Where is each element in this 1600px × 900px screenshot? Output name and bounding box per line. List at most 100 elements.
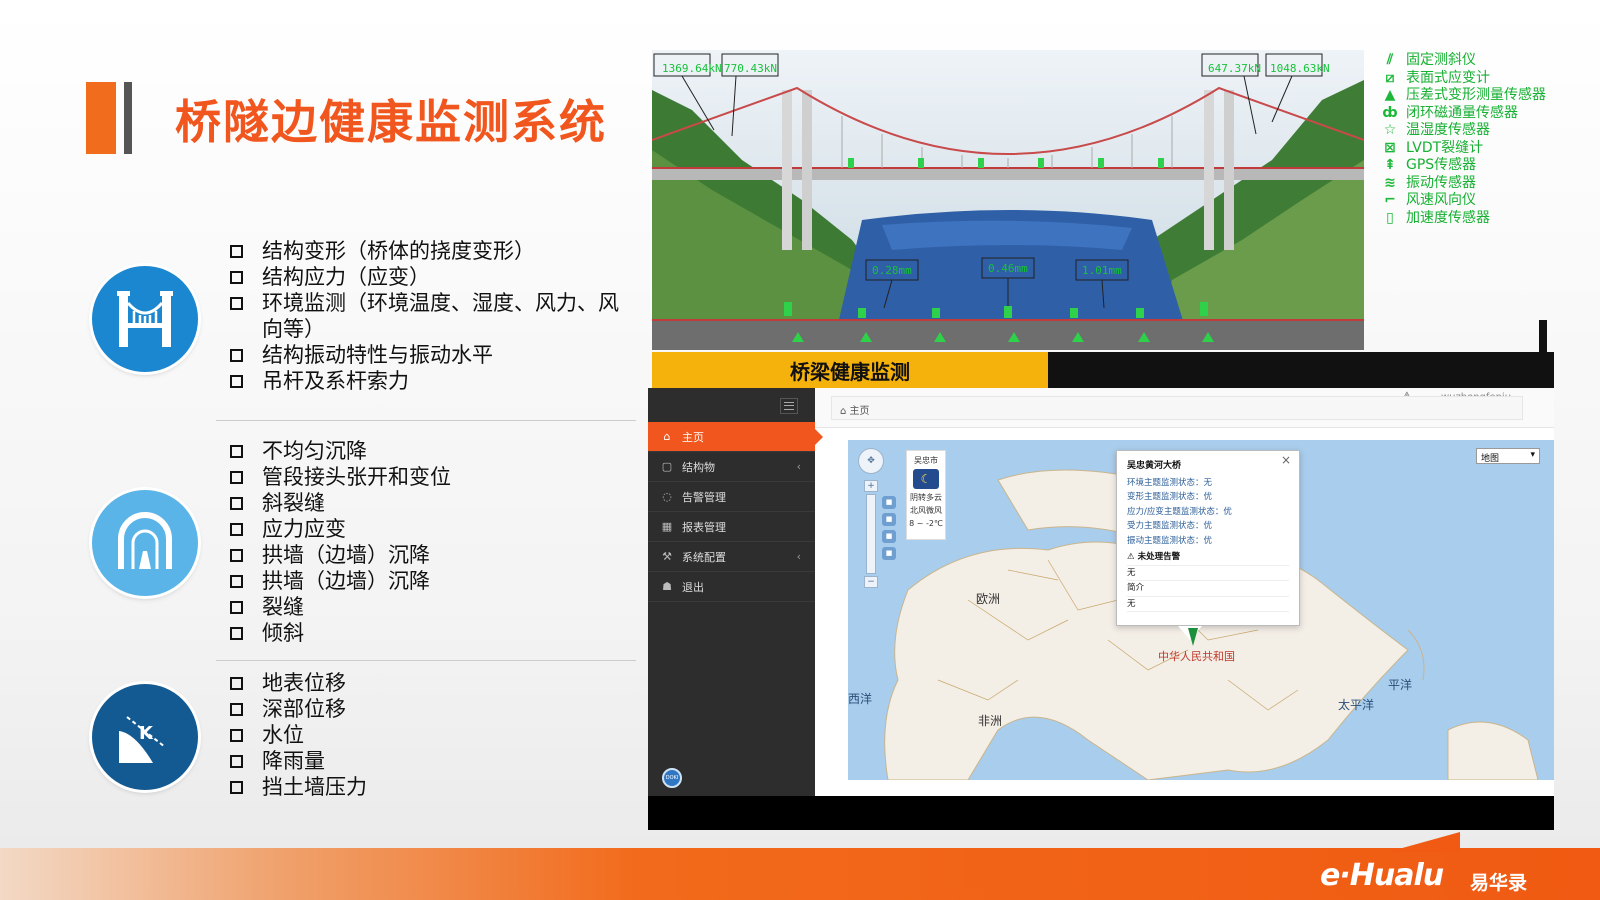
table-icon: ▦	[661, 520, 673, 533]
sidebar-item[interactable]: ☗ 退出	[648, 572, 815, 602]
list-item-text: 结构振动特性与振动水平	[262, 343, 493, 367]
weather-temp: 8 ~ -2℃	[909, 519, 943, 528]
list-item-text: 结构变形（桥体的挠度变形）	[262, 239, 535, 263]
checkbox-icon	[230, 471, 243, 484]
breadcrumb: ⌂ 主页	[831, 396, 1523, 420]
section-banner: 桥梁健康监测	[652, 352, 1048, 388]
list-item: 地表位移	[228, 670, 367, 696]
list-item-text: 倾斜	[262, 621, 304, 645]
bell-icon: ◌	[662, 490, 672, 503]
map-type-select[interactable]: 地图	[1476, 448, 1540, 464]
list-item-text: 挡土墙压力	[262, 775, 367, 799]
legend-item: ȸ 闭环磁通量传感器	[1380, 105, 1546, 123]
list-item-text: 不均匀沉降	[262, 439, 367, 463]
map-tool-button[interactable]: ■	[882, 547, 896, 560]
legend-label: GPS传感器	[1406, 157, 1477, 173]
checkbox-icon	[230, 271, 243, 284]
list-item: 深部位移	[228, 696, 367, 722]
star-icon: ☆	[1383, 122, 1397, 138]
checkbox-icon	[230, 297, 243, 310]
avatar[interactable]: DOKI	[662, 768, 682, 788]
menu-toggle-icon[interactable]	[780, 398, 798, 414]
map-tool-button[interactable]: ■	[882, 496, 896, 509]
legend-label: LVDT裂缝计	[1406, 139, 1484, 156]
divider	[1539, 320, 1547, 354]
sidebar-item[interactable]: ⚒ 系统配置 ‹	[648, 542, 815, 572]
list-item: 环境监测（环境温度、湿度、风力、风向等）	[228, 290, 628, 342]
sidebar-item[interactable]: ▦ 报表管理	[648, 512, 815, 542]
triangle-icon: ▲	[1384, 87, 1396, 103]
alert-value: 无	[1127, 566, 1289, 581]
map-marker-icon[interactable]	[1188, 628, 1198, 646]
checkbox-icon	[230, 601, 243, 614]
list-item-text: 裂缝	[262, 595, 304, 619]
cable-force-label: 1048.63kN	[1270, 62, 1330, 75]
list-item: 结构应力（应变）	[228, 264, 628, 290]
legend-label: 温湿度传感器	[1406, 122, 1490, 138]
ring-icon: ȸ	[1382, 104, 1398, 121]
close-icon[interactable]: ×	[1281, 453, 1291, 468]
legend-item: ⧄ 表面式应变计	[1380, 70, 1546, 88]
legend-item: ☆ 温湿度传感器	[1380, 122, 1546, 140]
legend-item: ⊠ LVDT裂缝计	[1380, 140, 1546, 158]
strain-gauge-icon: ⧄	[1385, 69, 1395, 86]
breadcrumb-home[interactable]: 主页	[850, 406, 870, 417]
legend-label: 固定测斜仪	[1406, 52, 1476, 68]
zoom-in-button[interactable]: +	[864, 480, 878, 492]
list-item: 拱墙（边墙）沉降	[228, 568, 451, 594]
list-item-text: 拱墙（边墙）沉降	[262, 569, 430, 593]
legend-item: ⌐ 风速风向仪	[1380, 192, 1546, 210]
map-label-china: 中华人民共和国	[1158, 650, 1235, 663]
list-item: 管段接头张开和变位	[228, 464, 451, 490]
checkbox-icon	[230, 703, 243, 716]
bridge-3d-view: 1369.64kN 770.43kN 647.37kN 1048.63kN 0.…	[652, 50, 1364, 350]
intro-title: 简介	[1127, 581, 1289, 597]
legend-item: ⇞ GPS传感器	[1380, 157, 1546, 175]
popup-title[interactable]: 吴忠黄河大桥	[1127, 459, 1289, 474]
checkbox-icon	[230, 729, 243, 742]
inclinometer-icon: ⫽	[1386, 52, 1394, 68]
map-view[interactable]: ✥ + − ■ ■ ■ ■ 吴忠市 ☾ 阴转多云 北风微风 8 ~ -2℃ 地图…	[848, 440, 1554, 780]
slope-icon: K	[92, 684, 198, 790]
accelerometer-icon: ▯	[1386, 209, 1394, 226]
home-icon[interactable]: ⌂	[840, 406, 846, 417]
legend-label: 加速度传感器	[1406, 209, 1490, 226]
checkbox-icon	[230, 575, 243, 588]
status-line: 振动主题监测状态：优	[1127, 535, 1213, 546]
legend-item: ≋ 振动传感器	[1380, 175, 1546, 193]
list-item-text: 降雨量	[262, 749, 325, 773]
list-item: 结构振动特性与振动水平	[228, 342, 628, 368]
map-label-africa: 非洲	[978, 714, 1003, 728]
sidebar-item[interactable]: ⌂ 主页	[648, 422, 823, 452]
map-label-ocean: 西洋	[848, 692, 873, 706]
file-icon: ▢	[661, 460, 673, 473]
map-label-pacific: 平洋	[1388, 678, 1413, 692]
zoom-out-button[interactable]: −	[864, 576, 878, 588]
status-line: 受力主题监测状态：优	[1127, 521, 1213, 531]
bridge-info-popup: × 吴忠黄河大桥 环境主题监测状态：无 变形主题监测状态：优 应力/应变主题监测状态…	[1116, 450, 1300, 626]
pan-control[interactable]: ✥	[858, 448, 884, 474]
list-item: 吊杆及系杆索力	[228, 368, 628, 394]
map-tool-button[interactable]: ■	[882, 513, 896, 526]
gps-icon: ⇞	[1384, 157, 1396, 173]
bridge-icon	[92, 266, 198, 372]
map-tool-button[interactable]: ■	[882, 530, 896, 543]
list-item-text: 地表位移	[262, 671, 346, 695]
checkbox-icon	[230, 549, 243, 562]
checkbox-icon	[230, 627, 243, 640]
alert-section-title: ⚠ 未处理告警	[1127, 550, 1289, 566]
zoom-slider[interactable]	[866, 494, 876, 574]
brand-logo: e·Hualu	[1320, 858, 1444, 893]
weather-wind: 北风微风	[910, 506, 942, 515]
sidebar-item[interactable]: ◌ 告警管理	[648, 482, 815, 512]
sensor-legend: ⫽ 固定测斜仪 ⧄ 表面式应变计 ▲ 压差式变形测量传感器 ȸ 闭环磁通量传感器 ☆ 温湿度传感器…	[1380, 52, 1546, 227]
lvdt-icon: ⊠	[1384, 139, 1396, 156]
checkbox-icon	[230, 755, 243, 768]
list-item: 裂缝	[228, 594, 451, 620]
legend-label: 振动传感器	[1406, 174, 1476, 191]
user-icon: ☗	[662, 580, 672, 593]
status-line: 环境主题监测状态：无	[1127, 477, 1213, 488]
checkbox-icon	[230, 445, 243, 458]
legend-item: ▲ 压差式变形测量传感器	[1380, 87, 1546, 105]
sidebar-item[interactable]: ▢ 结构物 ‹	[648, 452, 815, 482]
